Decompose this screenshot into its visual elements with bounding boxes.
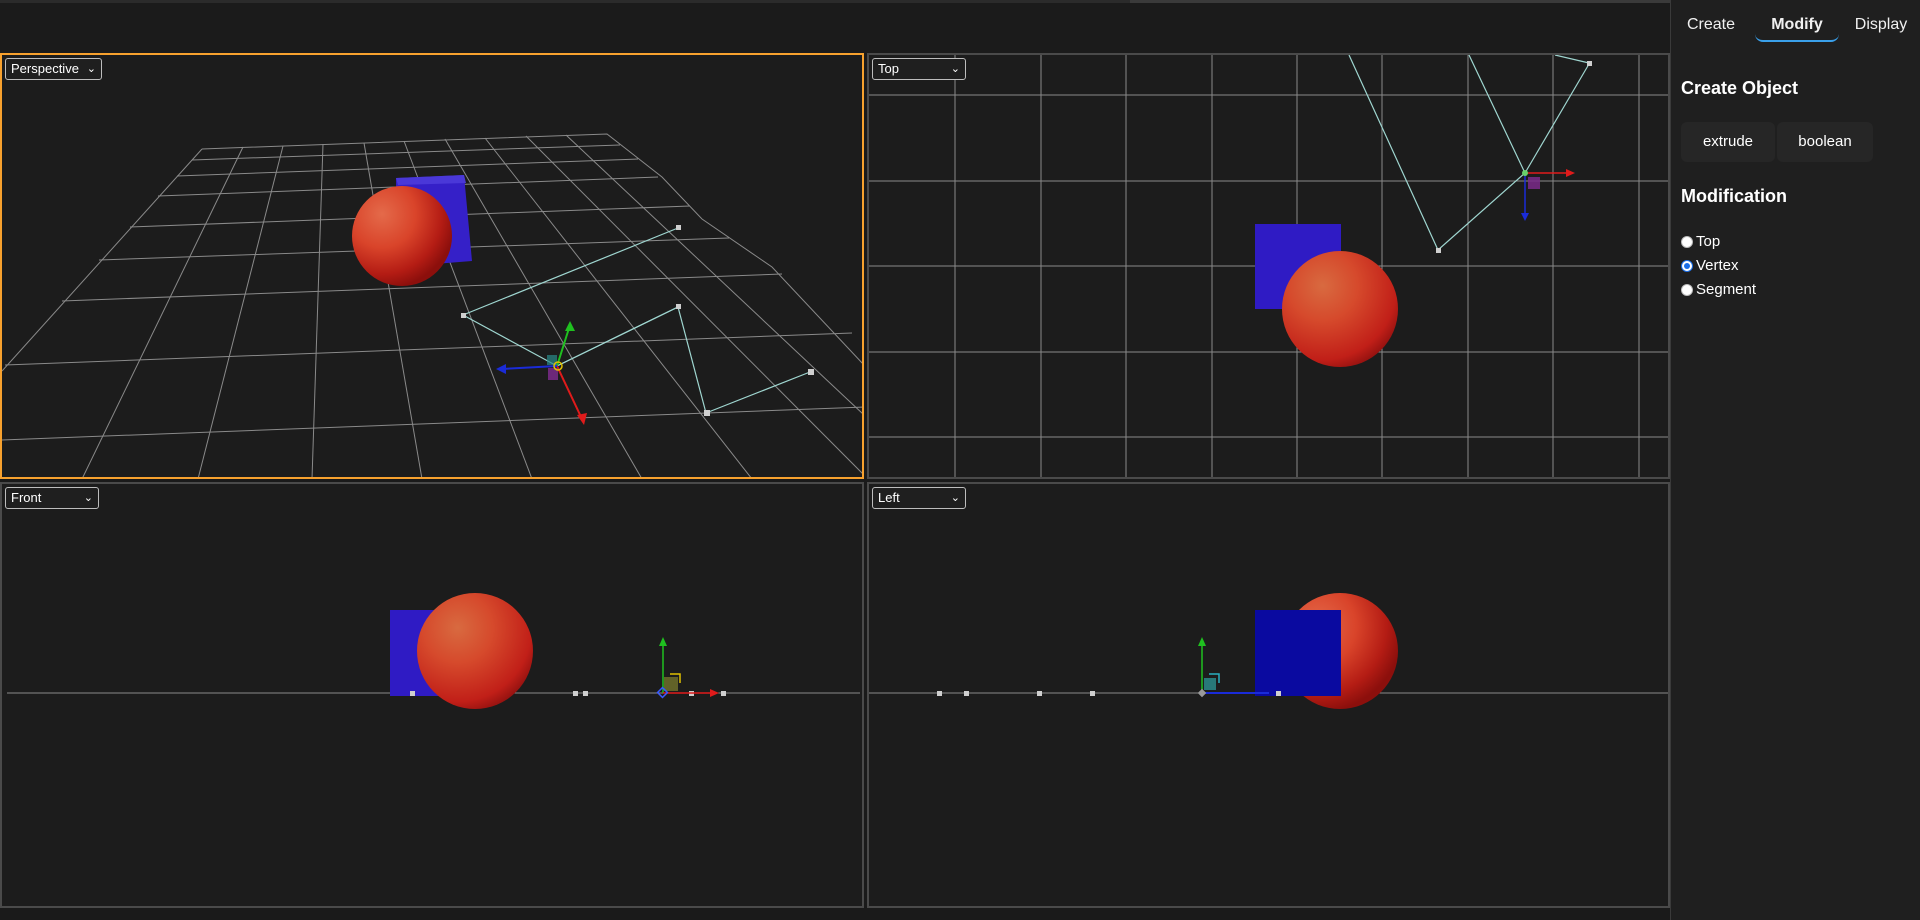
viewport-view-select[interactable]: Front ⌄ (5, 487, 99, 509)
viewport-view-label: Top (878, 61, 899, 76)
viewport-view-label: Front (11, 490, 42, 505)
perspective-scene (2, 133, 862, 477)
radio-option-top[interactable]: Top (1681, 232, 1720, 252)
viewport-perspective[interactable]: Perspective ⌄ (0, 53, 864, 479)
radio-option-vertex[interactable]: Vertex (1681, 256, 1739, 276)
modification-title: Modification (1681, 186, 1787, 206)
top-scene (869, 55, 1668, 477)
viewport-view-label: Perspective (11, 61, 79, 76)
chevron-down-icon: ⌄ (950, 492, 960, 504)
radio-label: Vertex (1696, 257, 1739, 274)
left-scene (869, 593, 1668, 709)
properties-panel: Create Modify Display Create Object extr… (1670, 0, 1920, 920)
viewport-left[interactable]: Left ⌄ (867, 482, 1670, 908)
tab-create[interactable]: Create (1671, 10, 1751, 42)
panel-tabs: Create Modify Display (1671, 0, 1920, 46)
radio-option-segment[interactable]: Segment (1681, 280, 1756, 300)
viewport-view-label: Left (878, 490, 900, 505)
viewport-view-select[interactable]: Perspective ⌄ (5, 58, 102, 80)
viewport-view-select[interactable]: Top ⌄ (872, 58, 966, 80)
radio-button-selected[interactable] (1681, 260, 1693, 272)
tab-modify[interactable]: Modify (1755, 10, 1839, 42)
viewport-top[interactable]: Top ⌄ (867, 53, 1670, 479)
create-object-title: Create Object (1681, 78, 1799, 98)
front-scene (7, 593, 860, 709)
radio-button[interactable] (1681, 284, 1693, 296)
chevron-down-icon: ⌄ (83, 492, 93, 504)
viewport-front[interactable]: Front ⌄ (0, 482, 864, 908)
radio-label: Top (1696, 233, 1721, 250)
chevron-down-icon: ⌄ (86, 63, 96, 75)
viewport-view-select[interactable]: Left ⌄ (872, 487, 966, 509)
chevron-down-icon: ⌄ (950, 63, 960, 75)
radio-label: Segment (1696, 281, 1757, 298)
extrude-button[interactable]: extrude (1681, 122, 1775, 162)
radio-button[interactable] (1681, 236, 1693, 248)
toolbar-strip (0, 0, 1670, 54)
boolean-button[interactable]: boolean (1777, 122, 1873, 162)
tab-display[interactable]: Display (1841, 10, 1920, 42)
